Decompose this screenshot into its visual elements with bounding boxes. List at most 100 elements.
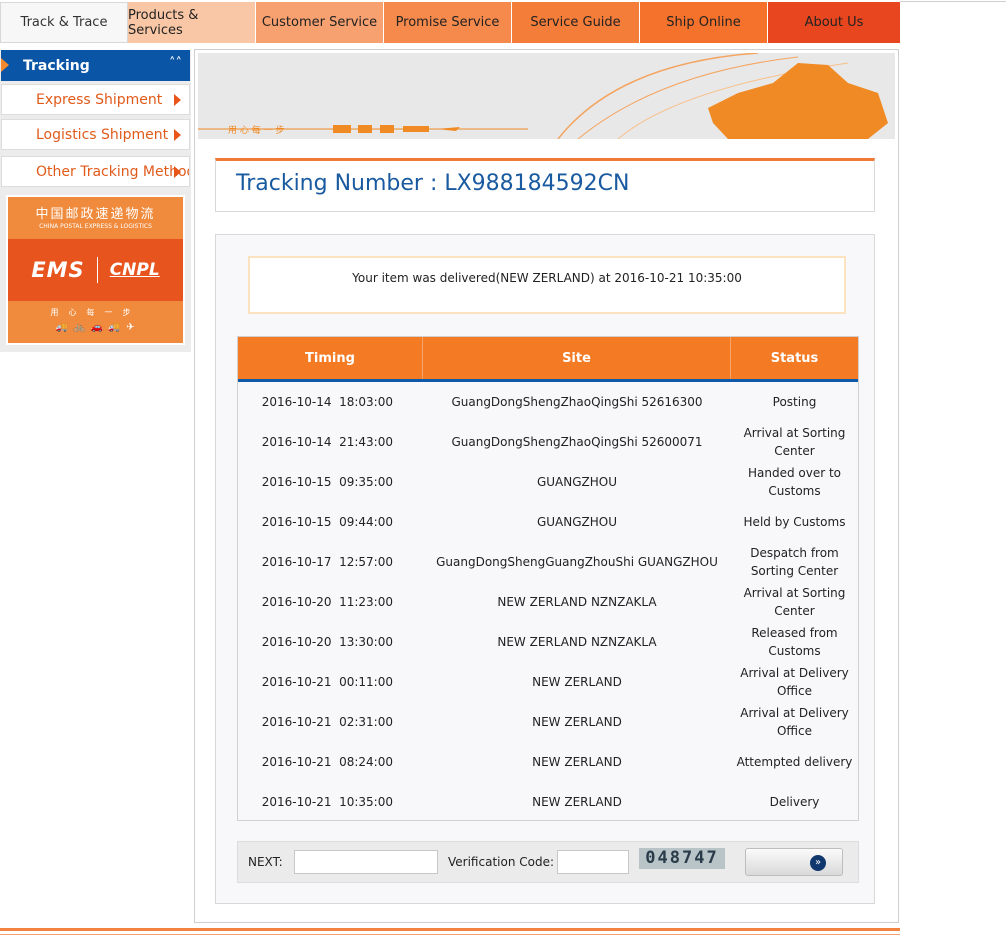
cell-status: Released from Customs — [751, 626, 838, 658]
sidebar-item-express-shipment[interactable]: Express Shipment — [1, 84, 190, 115]
verification-code-input[interactable] — [557, 850, 629, 874]
sidebar: Tracking ˄˄ Express Shipment Logistics S… — [0, 50, 191, 352]
world-map-banner-icon: 用 心 每 一 步 — [198, 53, 895, 139]
table-body: 2016-10-14 18:03:00 GuangDongShengZhaoQin… — [238, 382, 858, 822]
page-title: Tracking Number : LX988184592CN — [236, 171, 630, 196]
cell-status: Held by Customs — [743, 515, 846, 529]
logo-en-text: CHINA POSTAL EXPRESS & LOGISTICS — [39, 223, 152, 230]
table-row: 2016-10-20 11:23:00 NEW ZERLAND NZNZAKLA A… — [238, 582, 858, 622]
cell-site: NEW ZERLAND NZNZAKLA — [497, 595, 657, 609]
ems-cnpl-brand: EMS CNPL — [8, 239, 183, 301]
table-row: 2016-10-21 08:24:00 NEW ZERLAND Attempted … — [238, 742, 858, 782]
submit-button[interactable]: » — [745, 848, 843, 876]
nav-customer-service[interactable]: Customer Service — [256, 2, 384, 43]
cell-site: GuangDongShengGuangZhouShi GUANGZHOU — [436, 555, 718, 569]
cell-timing: 2016-10-21 02:31:00 — [261, 715, 393, 729]
nav-ship-online[interactable]: Ship Online — [640, 2, 768, 43]
cell-site: NEW ZERLAND — [532, 755, 622, 769]
cell-timing: 2016-10-15 09:44:00 — [261, 515, 393, 529]
table-row: 2016-10-14 18:03:00 GuangDongShengZhaoQin… — [238, 382, 858, 422]
main-content: 用 心 每 一 步 Tracking Number : LX988184592C… — [194, 49, 899, 923]
captcha-image[interactable]: 048747 — [639, 848, 725, 869]
cell-timing: 2016-10-20 11:23:00 — [261, 595, 393, 609]
column-header-status: Status — [770, 350, 819, 366]
cell-status: Arrival at Sorting Center — [743, 426, 846, 458]
triangle-right-icon — [174, 166, 181, 178]
tracking-number-box: Tracking Number : LX988184592CN — [215, 158, 875, 212]
tracking-result-panel: Your item was delivered(NEW ZERLAND) at … — [215, 234, 875, 904]
cell-status: Attempted delivery — [736, 755, 853, 769]
double-chevron-up-icon[interactable]: ˄˄ — [169, 56, 182, 71]
table-row: 2016-10-21 00:11:00 NEW ZERLAND Arrival at… — [238, 662, 858, 702]
cell-status: Arrival at Sorting Center — [743, 586, 846, 618]
cell-status: Arrival at Delivery Office — [740, 706, 849, 738]
cell-site: GUANGZHOU — [536, 475, 618, 489]
cell-timing: 2016-10-14 18:03:00 — [261, 395, 393, 409]
next-tracking-input[interactable] — [294, 850, 438, 874]
china-post-logo: 中国邮政速递物流 CHINA POSTAL EXPRESS & LOGISTIC… — [8, 197, 183, 239]
top-nav: Track & Trace Products & Services Custom… — [0, 2, 900, 43]
cell-status: Posting — [772, 395, 817, 409]
sidebar-item-label: Logistics Shipment — [36, 126, 169, 143]
logo-slogan-band: 用心每一步 🚚 🚲 🚗 🚚 ✈ — [8, 301, 183, 343]
banner-image: 用 心 每 一 步 — [198, 53, 895, 139]
cell-timing: 2016-10-20 13:30:00 — [261, 635, 393, 649]
top-border-line — [900, 1, 1006, 2]
footer-line — [0, 928, 900, 931]
tracking-events-table: Timing Site Status 2016-10-14 18:03:00 Gu… — [237, 336, 859, 821]
table-row: 2016-10-21 10:35:00 NEW ZERLAND Delivery — [238, 782, 858, 822]
sidebar-item-label: Other Tracking Methods — [36, 163, 190, 180]
logo-cn-text: 中国邮政速递物流 — [35, 207, 156, 222]
cell-timing: 2016-10-21 00:11:00 — [261, 675, 393, 689]
table-row: 2016-10-14 21:43:00 GuangDongShengZhaoQin… — [238, 422, 858, 462]
active-marker-icon — [1, 58, 9, 72]
cell-site: GuangDongShengZhaoQingShi 52600071 — [451, 435, 703, 449]
double-chevron-right-icon: » — [810, 855, 826, 871]
table-row: 2016-10-15 09:44:00 GUANGZHOU Held by Cust… — [238, 502, 858, 542]
cell-timing: 2016-10-17 12:57:00 — [261, 555, 393, 569]
cell-site: NEW ZERLAND — [532, 795, 622, 809]
ems-wordmark: EMS — [31, 258, 85, 282]
footer-line-thin — [0, 934, 900, 935]
cell-site: NEW ZERLAND — [532, 715, 622, 729]
sidebar-item-tracking[interactable]: Tracking ˄˄ — [1, 50, 190, 81]
cell-status: Despatch from Sorting Center — [750, 546, 839, 578]
cell-timing: 2016-10-21 08:24:00 — [261, 755, 393, 769]
cell-site: NEW ZERLAND NZNZAKLA — [497, 635, 657, 649]
svg-text:用 心 每 一 步: 用 心 每 一 步 — [228, 124, 284, 136]
table-row: 2016-10-15 09:35:00 GUANGZHOU Handed over … — [238, 462, 858, 502]
cell-site: NEW ZERLAND — [532, 675, 622, 689]
delivery-status-message: Your item was delivered(NEW ZERLAND) at … — [248, 256, 846, 314]
next-label: NEXT: — [248, 855, 283, 869]
triangle-right-icon — [174, 129, 181, 141]
table-row: 2016-10-20 13:30:00 NEW ZERLAND NZNZAKLA R… — [238, 622, 858, 662]
logo-slogan: 用心每一步 — [50, 308, 141, 317]
next-query-bar: NEXT: Verification Code: 048747 » — [237, 841, 859, 883]
verification-code-label: Verification Code: — [448, 855, 555, 869]
cell-timing: 2016-10-15 09:35:00 — [261, 475, 393, 489]
cell-status: Delivery — [769, 795, 820, 809]
column-header-timing: Timing — [238, 337, 423, 379]
table-row: 2016-10-17 12:57:00 GuangDongShengGuangZh… — [238, 542, 858, 582]
column-header-site: Site — [423, 337, 731, 379]
cell-status: Handed over to Customs — [747, 466, 842, 498]
nav-track-trace[interactable]: Track & Trace — [0, 2, 128, 43]
nav-promise-service[interactable]: Promise Service — [384, 2, 512, 43]
sidebar-item-logistics-shipment[interactable]: Logistics Shipment — [1, 119, 190, 150]
cell-site: GUANGZHOU — [536, 515, 618, 529]
sidebar-item-label: Tracking — [23, 57, 90, 74]
cnpl-wordmark: CNPL — [109, 260, 160, 280]
nav-about-us[interactable]: About Us — [768, 2, 900, 43]
cell-site: GuangDongShengZhaoQingShi 52616300 — [451, 395, 703, 409]
cell-timing: 2016-10-21 10:35:00 — [261, 795, 393, 809]
ems-logo: 中国邮政速递物流 CHINA POSTAL EXPRESS & LOGISTIC… — [6, 195, 185, 345]
nav-service-guide[interactable]: Service Guide — [512, 2, 640, 43]
vehicles-icon: 🚚 🚲 🚗 🚚 ✈ — [55, 322, 136, 333]
nav-products-services[interactable]: Products & Services — [128, 2, 256, 43]
triangle-right-icon — [174, 94, 181, 106]
table-row: 2016-10-21 02:31:00 NEW ZERLAND Arrival at… — [238, 702, 858, 742]
logo-divider — [96, 257, 98, 283]
sidebar-item-other-tracking-methods[interactable]: Other Tracking Methods — [1, 156, 190, 187]
cell-timing: 2016-10-14 21:43:00 — [261, 435, 393, 449]
sidebar-item-label: Express Shipment — [36, 91, 163, 108]
